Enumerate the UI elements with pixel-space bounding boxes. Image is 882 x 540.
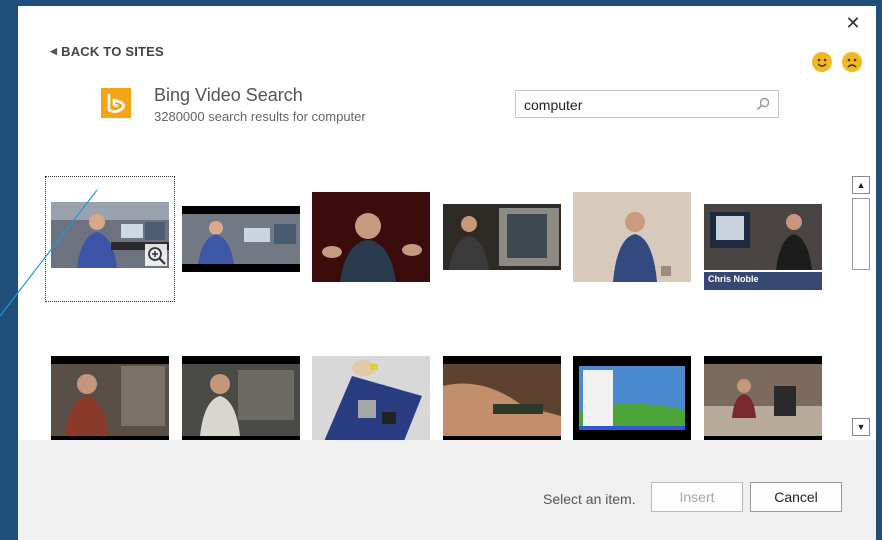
chevron-left-icon: ◀: [50, 46, 58, 56]
video-thumb-9[interactable]: [312, 356, 430, 440]
video-thumb-5[interactable]: [573, 192, 691, 282]
video-thumbnail-image: [704, 204, 822, 270]
status-text: Select an item.: [543, 491, 636, 507]
video-thumbnail-image: [182, 206, 300, 272]
video-thumbnail-image: [443, 356, 561, 440]
insert-video-dialog: ✕ ◀ BACK TO SITES Bing Video Search 3280…: [18, 6, 876, 540]
scroll-thumb[interactable]: [852, 198, 870, 270]
search-field: [515, 90, 779, 118]
results-scrollbar[interactable]: ▲ ▼: [852, 176, 872, 440]
insert-button[interactable]: Insert: [651, 482, 743, 512]
close-icon[interactable]: ✕: [844, 14, 862, 32]
dialog-footer: Select an item. Insert Cancel: [18, 440, 876, 540]
back-to-sites-link[interactable]: ◀ BACK TO SITES: [50, 44, 164, 59]
video-thumb-11[interactable]: [573, 356, 691, 440]
video-thumbnail-image: [51, 356, 169, 440]
provider-title: Bing Video Search: [154, 85, 303, 105]
video-thumb-6[interactable]: Chris Noble: [704, 204, 822, 290]
video-thumb-1[interactable]: [51, 202, 169, 268]
smiley-happy-icon[interactable]: [812, 52, 832, 72]
back-to-sites-label: BACK TO SITES: [61, 44, 164, 59]
bing-logo-icon: [101, 88, 131, 118]
video-thumb-2[interactable]: [182, 206, 300, 272]
video-thumbnail-image: [312, 192, 430, 282]
scroll-up-icon[interactable]: ▲: [852, 176, 870, 194]
video-thumbnail-image: [573, 192, 691, 282]
video-results-grid: Chris Noble: [18, 170, 876, 440]
search-icon[interactable]: [756, 97, 770, 111]
zoom-icon[interactable]: [145, 244, 167, 266]
video-thumbnail-image: [182, 356, 300, 440]
scroll-down-icon[interactable]: ▼: [852, 418, 870, 436]
result-summary: 3280000 search results for computer: [154, 109, 366, 124]
video-thumb-7[interactable]: [51, 356, 169, 440]
video-thumb-3[interactable]: [312, 192, 430, 282]
cancel-button[interactable]: Cancel: [750, 482, 842, 512]
video-thumb-10[interactable]: [443, 356, 561, 440]
search-input[interactable]: [522, 92, 752, 118]
video-thumb-4[interactable]: [443, 204, 561, 270]
video-thumb-12[interactable]: [704, 356, 822, 440]
video-thumb-8[interactable]: [182, 356, 300, 440]
video-thumbnail-image: [573, 356, 691, 440]
video-thumbnail-image: [443, 204, 561, 270]
video-thumbnail-image: [704, 356, 822, 440]
video-thumbnail-image: [312, 356, 430, 440]
smiley-sad-icon[interactable]: [842, 52, 862, 72]
feedback-group: [812, 52, 862, 72]
thumbnail-caption: Chris Noble: [704, 272, 822, 290]
